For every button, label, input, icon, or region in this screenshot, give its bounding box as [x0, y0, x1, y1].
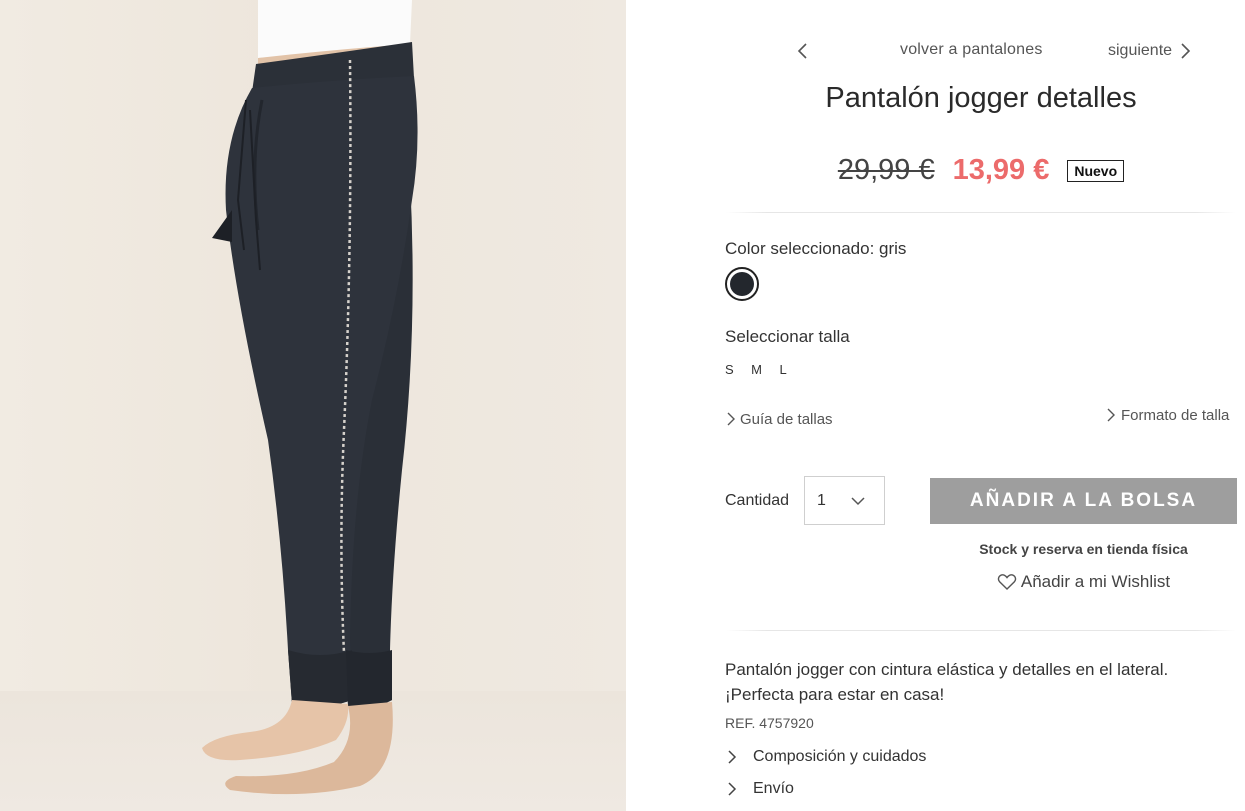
sale-price: 13,99 €	[952, 154, 1050, 186]
add-to-wishlist-button[interactable]: Añadir a mi Wishlist	[930, 572, 1237, 592]
new-badge: Nuevo	[1067, 159, 1125, 182]
size-option-l[interactable]: L	[780, 362, 788, 377]
chevron-right-icon	[727, 412, 735, 426]
chevron-right-icon	[728, 782, 737, 796]
accordion-shipping-label: Envío	[753, 780, 794, 797]
product-description: Pantalón jogger con cintura elástica y d…	[725, 660, 1169, 704]
previous-product-button[interactable]	[792, 40, 814, 62]
chevron-right-icon	[1181, 43, 1191, 59]
chevron-down-icon	[851, 496, 865, 505]
size-options: S M L	[725, 362, 787, 377]
accordion-composition-label: Composición y cuidados	[753, 748, 927, 765]
size-guide-label: Guía de tallas	[740, 410, 833, 428]
add-to-bag-button[interactable]: AÑADIR A LA BOLSA	[930, 478, 1237, 524]
size-format-link[interactable]: Formato de talla	[1104, 406, 1229, 424]
next-label: siguiente	[1108, 42, 1173, 59]
chevron-right-icon	[728, 750, 737, 764]
store-stock-link[interactable]: Stock y reserva en tienda física	[930, 541, 1237, 557]
size-option-m[interactable]: M	[751, 362, 762, 377]
size-option-s[interactable]: S	[725, 362, 734, 377]
original-price: 29,99 €	[837, 154, 935, 186]
accordion-composition[interactable]: Composición y cuidados	[725, 748, 926, 766]
back-to-category-link[interactable]: volver a pantalones	[900, 41, 1043, 59]
heart-icon	[997, 574, 1017, 590]
chevron-right-icon	[1107, 408, 1115, 422]
accordion-shipping[interactable]: Envío	[725, 780, 794, 798]
quantity-label: Cantidad	[725, 492, 790, 509]
price-row: 29,99 € 13,99 € Nuevo	[726, 154, 1236, 187]
size-format-label: Formato de talla	[1121, 406, 1230, 424]
chevron-left-icon	[797, 43, 807, 59]
quantity-select[interactable]: 1	[804, 476, 885, 525]
wishlist-label: Añadir a mi Wishlist	[1020, 572, 1171, 591]
quantity-value: 1	[817, 491, 826, 509]
product-reference: REF. 4757920	[725, 715, 814, 731]
color-swatch-fill	[730, 272, 754, 296]
color-selected-label: Color seleccionado: gris	[725, 239, 907, 258]
next-product-link[interactable]: siguiente	[1108, 41, 1192, 61]
divider	[726, 212, 1236, 213]
divider	[726, 630, 1236, 631]
select-size-label: Seleccionar talla	[725, 327, 850, 346]
model-wearing-jogger-illustration	[202, 0, 418, 795]
product-title: Pantalón jogger detalles	[825, 82, 1137, 114]
color-swatch-gris[interactable]	[725, 267, 759, 301]
size-guide-link[interactable]: Guía de tallas	[725, 410, 833, 428]
product-image	[0, 0, 626, 811]
